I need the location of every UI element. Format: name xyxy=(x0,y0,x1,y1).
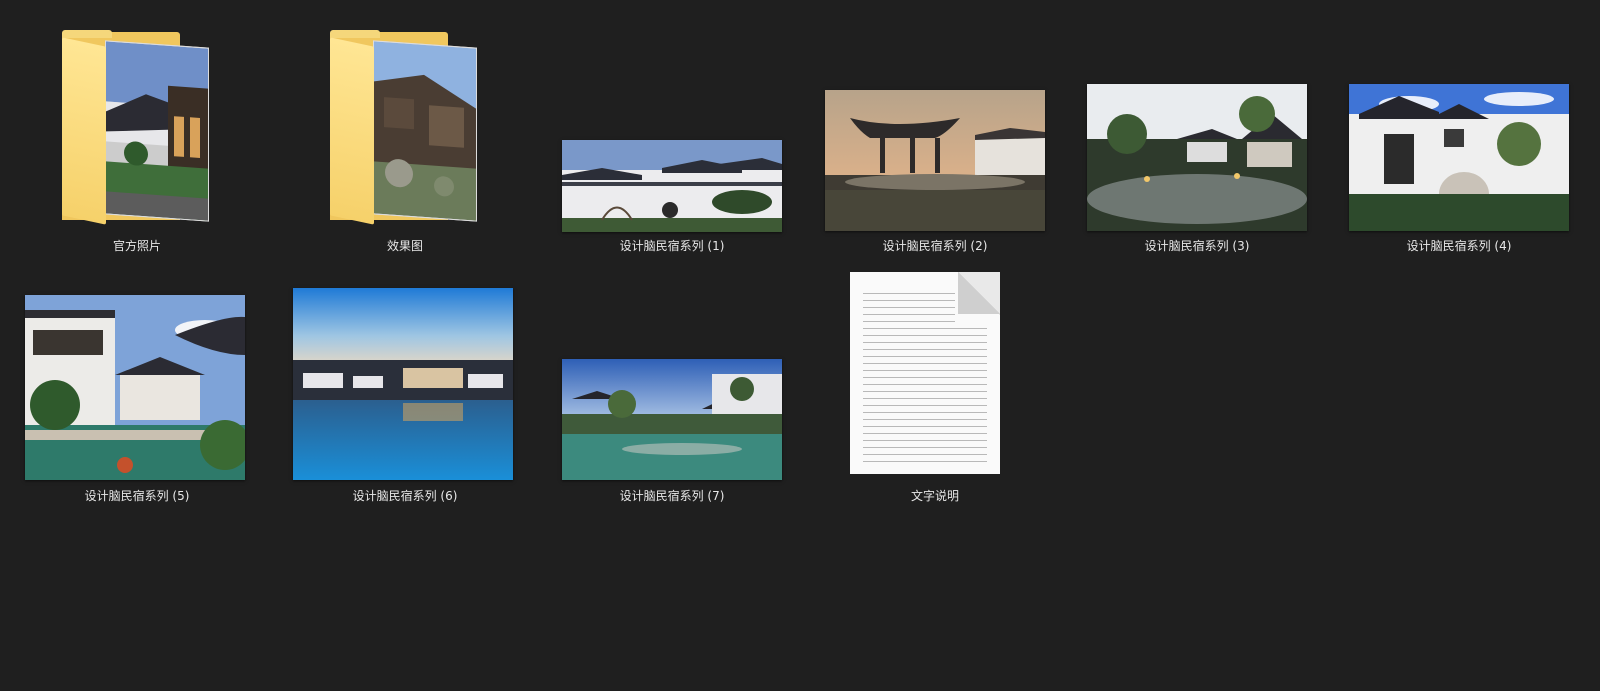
image-thumbnail xyxy=(562,359,782,480)
folder-icon-tab xyxy=(330,30,380,38)
folder-icon-tab xyxy=(62,30,112,38)
folder-item-renderings[interactable]: 效果图 xyxy=(285,18,525,258)
image-file-item-4[interactable]: 设计脑民宿系列 (4) xyxy=(1339,18,1579,258)
folder-preview-image xyxy=(373,40,477,222)
image-file-item-3[interactable]: 设计脑民宿系列 (3) xyxy=(1077,18,1317,258)
item-label: 设计脑民宿系列 (4) xyxy=(1406,239,1512,253)
item-label: 设计脑民宿系列 (1) xyxy=(619,239,725,253)
item-label: 官方照片 xyxy=(112,239,161,253)
item-label: 效果图 xyxy=(386,239,423,253)
folder-icon-front xyxy=(330,37,374,225)
image-thumbnail xyxy=(1087,84,1307,231)
item-label: 设计脑民宿系列 (3) xyxy=(1144,239,1250,253)
image-thumbnail xyxy=(825,90,1045,231)
folder-icon-front xyxy=(62,37,106,225)
folder-item-official-photos[interactable]: 官方照片 xyxy=(17,18,257,258)
image-file-item-7[interactable]: 设计脑民宿系列 (7) xyxy=(552,272,792,512)
item-label: 设计脑民宿系列 (2) xyxy=(882,239,988,253)
item-label: 设计脑民宿系列 (5) xyxy=(84,489,190,503)
document-lines xyxy=(863,322,987,462)
image-thumbnail xyxy=(562,140,782,232)
image-file-item-1[interactable]: 设计脑民宿系列 (1) xyxy=(552,18,792,258)
item-label: 设计脑民宿系列 (6) xyxy=(352,489,458,503)
item-label: 文字说明 xyxy=(910,489,959,503)
document-fold-icon xyxy=(958,272,1000,314)
image-file-item-6[interactable]: 设计脑民宿系列 (6) xyxy=(285,272,525,512)
image-file-item-2[interactable]: 设计脑民宿系列 (2) xyxy=(815,18,1055,258)
file-explorer-content-pane: 官方照片 效果图 设计脑民宿系列 (1) 设计脑民宿系列 (2) 设计脑民宿系列… xyxy=(0,0,1600,691)
text-file-item[interactable]: 文字说明 xyxy=(815,272,1055,512)
image-file-item-5[interactable]: 设计脑民宿系列 (5) xyxy=(17,272,257,512)
image-thumbnail xyxy=(293,288,513,480)
item-label: 设计脑民宿系列 (7) xyxy=(619,489,725,503)
folder-preview-image xyxy=(105,40,209,222)
image-thumbnail xyxy=(25,295,245,480)
image-thumbnail xyxy=(1349,84,1569,231)
document-lines xyxy=(863,287,955,323)
